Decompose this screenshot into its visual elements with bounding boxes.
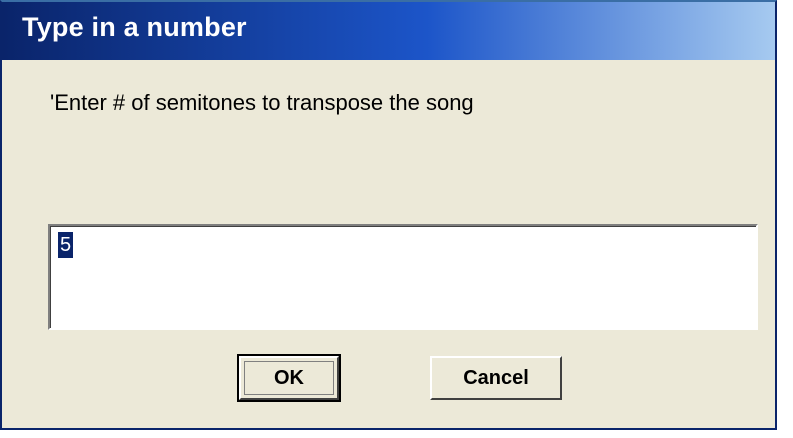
window-title: Type in a number — [22, 12, 247, 42]
dialog-window: Type in a number 'Enter # of semitones t… — [0, 0, 777, 430]
input-selected-text[interactable]: 5 — [58, 232, 74, 258]
dialog-body: 'Enter # of semitones to transpose the s… — [2, 60, 775, 428]
prompt-label: 'Enter # of semitones to transpose the s… — [50, 90, 474, 115]
cancel-button[interactable]: Cancel — [430, 356, 562, 400]
focus-rectangle — [244, 361, 334, 395]
cancel-button-label: Cancel — [463, 366, 529, 389]
ok-button[interactable]: OK — [237, 354, 341, 402]
semitones-input[interactable]: 5 — [48, 224, 758, 330]
